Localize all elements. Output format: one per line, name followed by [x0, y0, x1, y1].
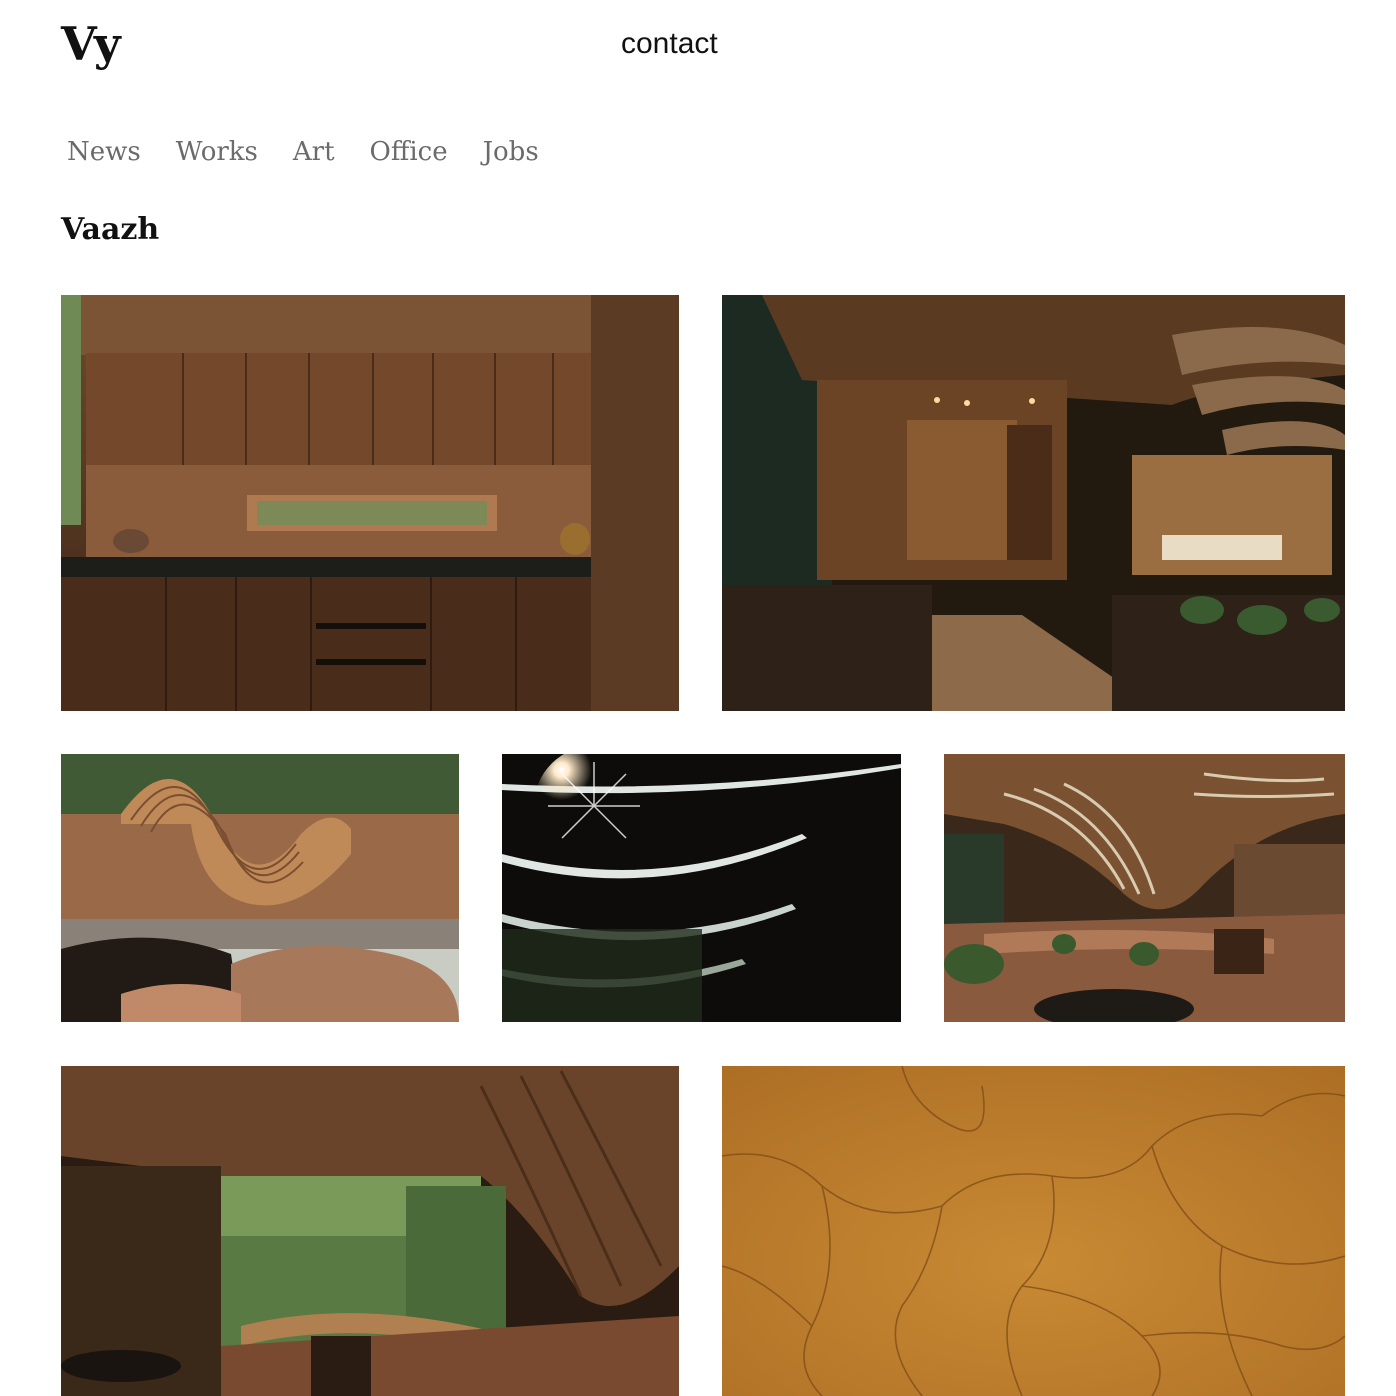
site-logo[interactable]: Vy	[61, 14, 121, 74]
nav-item-office[interactable]: Office	[370, 137, 448, 167]
gallery-image-exterior[interactable]	[61, 754, 459, 1022]
gallery-image-living-space[interactable]	[944, 754, 1345, 1022]
gallery-image-earth-plaster[interactable]	[722, 1066, 1345, 1396]
gallery-image-courtyard[interactable]	[61, 1066, 679, 1396]
main-nav: News Works Art Office Jobs	[67, 132, 574, 172]
gallery-image-sunburst[interactable]	[502, 754, 901, 1022]
gallery-image-corridor[interactable]	[722, 295, 1345, 711]
nav-item-jobs[interactable]: Jobs	[483, 137, 539, 167]
nav-item-news[interactable]: News	[67, 137, 141, 167]
nav-item-art[interactable]: Art	[293, 137, 335, 167]
gallery-image-kitchen[interactable]	[61, 295, 679, 711]
project-title: Vaazh	[61, 212, 160, 247]
nav-item-works[interactable]: Works	[176, 137, 258, 167]
contact-link[interactable]: contact	[621, 24, 718, 64]
